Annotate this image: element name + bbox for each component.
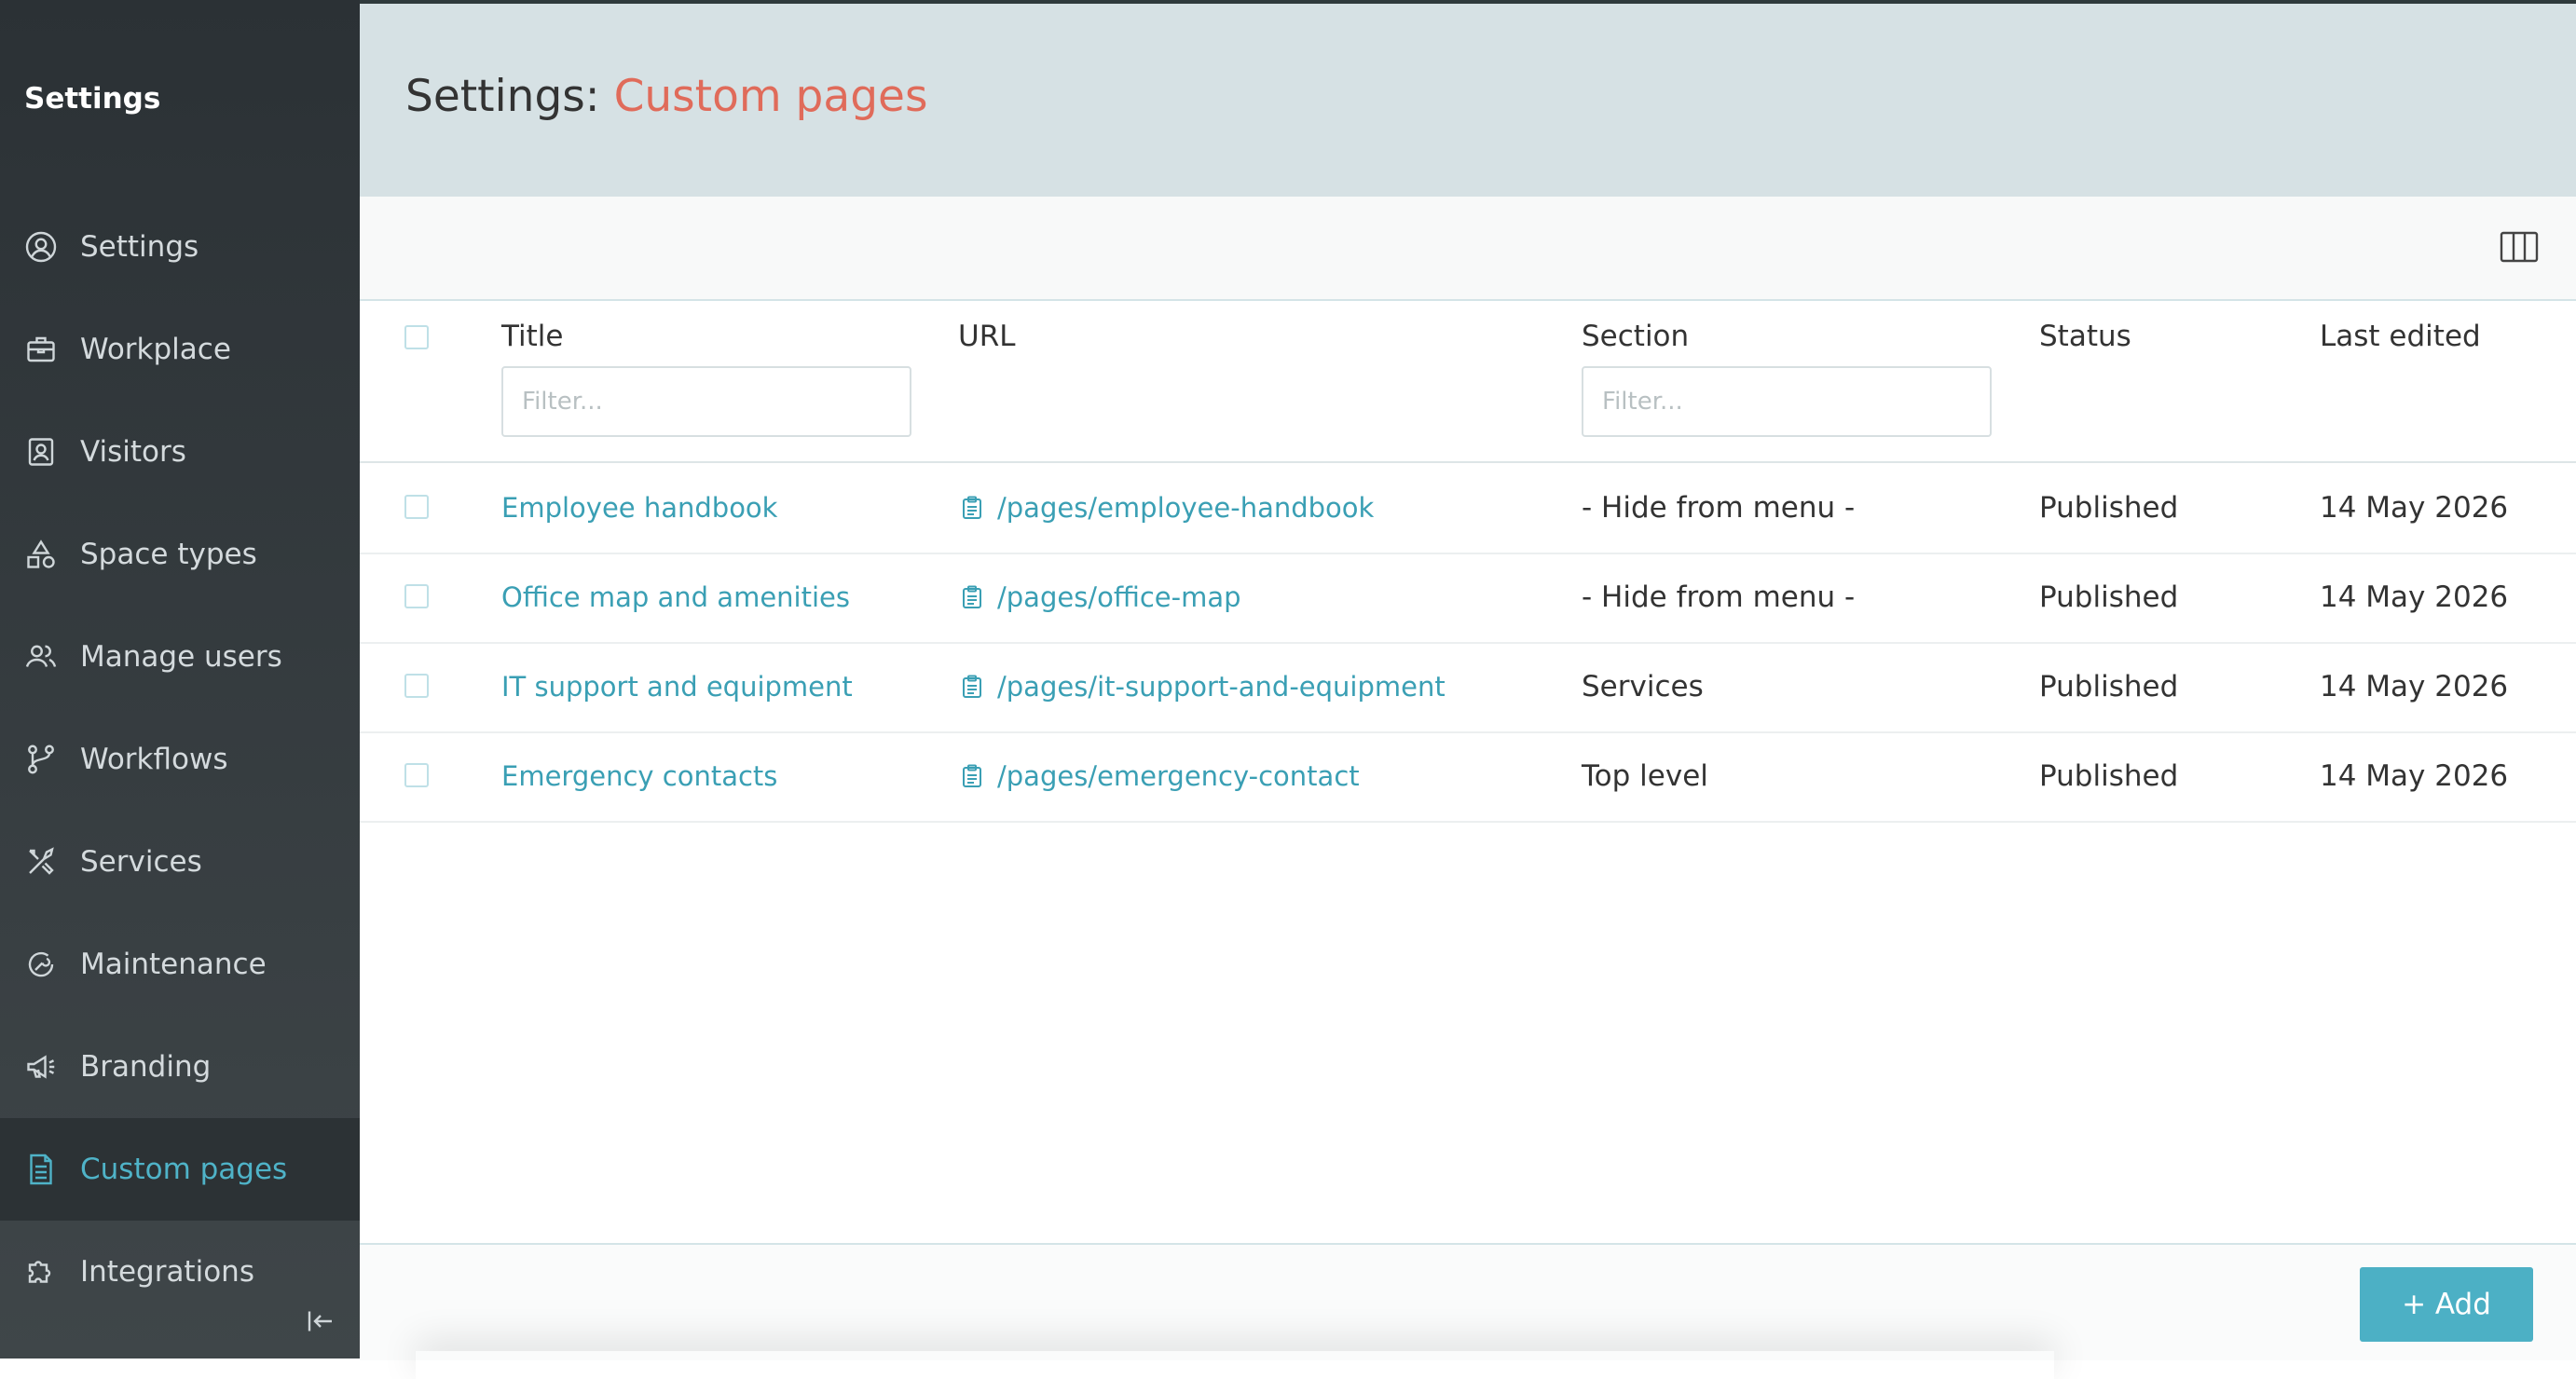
- add-page-button[interactable]: + Add: [2360, 1267, 2533, 1342]
- collapse-sidebar-icon[interactable]: [304, 1304, 337, 1338]
- sidebar-title: Settings: [24, 82, 161, 116]
- status-cell: Published: [2039, 759, 2179, 793]
- document-icon: [24, 1153, 58, 1186]
- sidebar-item-visitors[interactable]: Visitors: [0, 401, 360, 503]
- last-edited-cell: 14 May 2026: [2320, 491, 2509, 525]
- shapes-icon: [24, 538, 58, 571]
- page-title-accent: Custom pages: [613, 71, 928, 122]
- table-row[interactable]: IT support and equipment /pages/it-suppo…: [360, 642, 2576, 733]
- sidebar-item-space-types[interactable]: Space types: [0, 503, 360, 606]
- section-cell: Services: [1582, 670, 1704, 703]
- status-cell: Published: [2039, 670, 2179, 703]
- page-title-link[interactable]: Employee handbook: [501, 492, 777, 524]
- title-filter-input[interactable]: [501, 366, 911, 437]
- status-cell: Published: [2039, 491, 2179, 525]
- row-checkbox[interactable]: [404, 495, 429, 519]
- section-cell: - Hide from menu -: [1582, 491, 1856, 525]
- page-url-link[interactable]: /pages/office-map: [997, 581, 1241, 613]
- briefcase-icon: [24, 333, 58, 366]
- clipboard-icon[interactable]: [962, 585, 982, 609]
- column-header-section[interactable]: Section: [1582, 320, 1689, 353]
- table-row[interactable]: Employee handbook /pages/employee-handbo…: [360, 463, 2576, 554]
- sidebar-item-label: Services: [80, 845, 202, 879]
- sidebar-item-label: Manage users: [80, 640, 282, 674]
- column-header-status[interactable]: Status: [2039, 320, 2131, 353]
- clipboard-icon[interactable]: [962, 675, 982, 699]
- row-checkbox[interactable]: [404, 763, 429, 787]
- sidebar-item-label: Integrations: [80, 1255, 254, 1289]
- row-checkbox[interactable]: [404, 674, 429, 698]
- tools-icon: [24, 845, 58, 879]
- table-row[interactable]: Emergency contacts /pages/emergency-cont…: [360, 731, 2576, 823]
- page-title-link[interactable]: IT support and equipment: [501, 671, 853, 703]
- sidebar-item-label: Custom pages: [80, 1153, 288, 1186]
- last-edited-cell: 14 May 2026: [2320, 670, 2509, 703]
- sidebar-item-services[interactable]: Services: [0, 811, 360, 913]
- sidebar-item-label: Branding: [80, 1050, 212, 1084]
- page-url-link[interactable]: /pages/it-support-and-equipment: [997, 671, 1446, 703]
- sidebar-item-workflows[interactable]: Workflows: [0, 708, 360, 811]
- columns-icon[interactable]: [2500, 230, 2539, 264]
- section-filter-input[interactable]: [1582, 366, 1992, 437]
- users-icon: [24, 640, 58, 674]
- column-header-title[interactable]: Title: [501, 320, 563, 353]
- sidebar-item-custom-pages[interactable]: Custom pages: [0, 1118, 360, 1221]
- sidebar-item-manage-users[interactable]: Manage users: [0, 606, 360, 708]
- sidebar-item-label: Visitors: [80, 435, 186, 469]
- page-header: Settings: Custom pages: [360, 4, 2576, 197]
- page-title: Settings: Custom pages: [405, 71, 927, 122]
- sidebar-item-workplace[interactable]: Workplace: [0, 298, 360, 401]
- table-row[interactable]: Office map and amenities /pages/office-m…: [360, 553, 2576, 644]
- clipboard-icon[interactable]: [962, 496, 982, 520]
- select-all-checkbox[interactable]: [404, 325, 429, 349]
- footer-shadow: [416, 1351, 2054, 1379]
- sidebar: Settings Settings Workplace Visitors Spa…: [0, 0, 360, 1359]
- page-title-link[interactable]: Office map and amenities: [501, 581, 850, 613]
- clipboard-icon[interactable]: [962, 764, 982, 788]
- sidebar-item-label: Workflows: [80, 743, 228, 776]
- workflow-icon: [24, 743, 58, 776]
- last-edited-cell: 14 May 2026: [2320, 580, 2509, 614]
- sidebar-nav: Settings Workplace Visitors Space types …: [0, 196, 360, 1323]
- page-url-link[interactable]: /pages/emergency-contact: [997, 760, 1360, 792]
- sidebar-item-maintenance[interactable]: Maintenance: [0, 913, 360, 1016]
- row-checkbox[interactable]: [404, 584, 429, 608]
- megaphone-icon: [24, 1050, 58, 1084]
- sidebar-item-settings[interactable]: Settings: [0, 196, 360, 298]
- sidebar-item-branding[interactable]: Branding: [0, 1016, 360, 1118]
- page-url-link[interactable]: /pages/employee-handbook: [997, 492, 1374, 524]
- page-title-link[interactable]: Emergency contacts: [501, 760, 777, 792]
- user-circle-icon: [24, 230, 58, 264]
- table-footer: + Add: [360, 1243, 2576, 1360]
- last-edited-cell: 14 May 2026: [2320, 759, 2509, 793]
- table-header: Title URL Section Status Last edited: [360, 301, 2576, 463]
- sidebar-item-label: Workplace: [80, 333, 231, 366]
- status-cell: Published: [2039, 580, 2179, 614]
- sidebar-item-label: Space types: [80, 538, 257, 571]
- table-toolbar: [360, 197, 2576, 301]
- column-header-last-edited[interactable]: Last edited: [2320, 320, 2481, 353]
- main-content: Settings: Custom pages Title URL Section…: [360, 0, 2576, 1360]
- section-cell: Top level: [1582, 759, 1708, 793]
- wrench-icon: [24, 948, 58, 981]
- badge-icon: [24, 435, 58, 469]
- sidebar-item-label: Maintenance: [80, 948, 267, 981]
- sidebar-item-label: Settings: [80, 230, 199, 264]
- puzzle-icon: [24, 1255, 58, 1289]
- column-header-url[interactable]: URL: [958, 320, 1016, 353]
- section-cell: - Hide from menu -: [1582, 580, 1856, 614]
- page-title-prefix: Settings:: [405, 71, 614, 122]
